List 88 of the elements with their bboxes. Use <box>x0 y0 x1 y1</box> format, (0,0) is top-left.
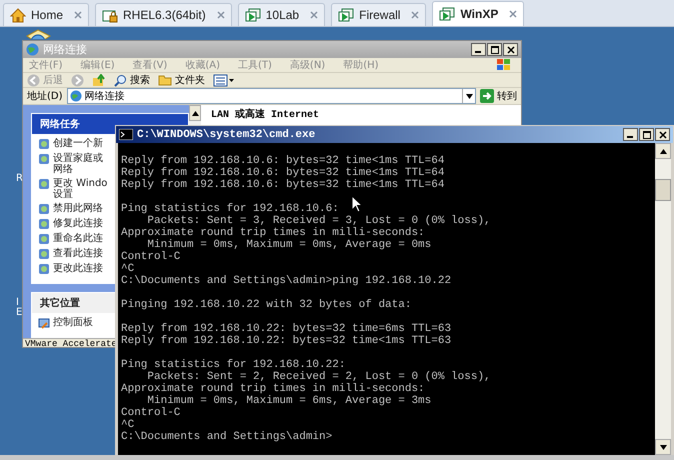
network-task-icon <box>38 203 50 215</box>
window-title: 网络连接 <box>43 42 87 57</box>
vm-play-icon <box>244 8 261 22</box>
locked-vm-icon <box>102 8 118 22</box>
console-line: Control-C <box>121 251 180 263</box>
task-link[interactable]: 设置家庭或网络 <box>38 153 111 175</box>
console-line: Ping statistics for 192.168.10.22: <box>121 359 346 371</box>
dropdown-arrow-icon[interactable] <box>466 94 472 98</box>
task-link[interactable]: 创建一个新 <box>38 138 103 150</box>
scroll-thumb[interactable] <box>655 179 671 201</box>
task-link[interactable]: 修复此连接 <box>38 218 103 230</box>
close-button[interactable] <box>655 128 670 141</box>
close-icon <box>658 130 666 138</box>
task-link[interactable]: 更改 Windo 设置 <box>38 178 108 200</box>
close-icon[interactable] <box>411 11 420 19</box>
windows-logo-icon <box>495 58 513 72</box>
console-line: Minimum = 0ms, Maximum = 6ms, Average = 3ms <box>146 395 432 407</box>
console-line: Packets: Sent = 3, Received = 3, Lost = 0 (0% loss), <box>146 215 491 227</box>
console-line: Approximate round trip times in milli-seconds: <box>121 383 425 395</box>
up-folder-icon[interactable] <box>92 74 106 86</box>
vm-tab[interactable]: 10Lab <box>238 3 326 26</box>
task-link[interactable]: 查看此连接 <box>38 248 103 260</box>
console-line: Ping statistics for 192.168.10.6: <box>121 203 339 215</box>
console-line: Approximate round trip times in milli-seconds: <box>121 227 425 239</box>
console-line: C:\Documents and Settings\admin>ping 192.168.10.22 <box>121 275 452 287</box>
scroll-up-icon[interactable] <box>660 148 666 154</box>
vm-tab[interactable]: RHEL6.3(64bit) <box>95 3 232 26</box>
close-icon[interactable] <box>310 11 318 19</box>
vm-play-icon <box>338 8 354 22</box>
minimize-button[interactable] <box>471 43 486 56</box>
desktop-icon-label: R <box>16 173 23 184</box>
mouse-pointer-icon <box>351 195 363 213</box>
house-icon <box>10 8 26 22</box>
globe-icon <box>70 90 82 102</box>
vm-tab[interactable]: Home <box>3 3 90 26</box>
address-field[interactable]: 网络连接 <box>66 88 476 104</box>
task-link[interactable]: 禁用此网络 <box>38 203 103 215</box>
close-icon[interactable] <box>74 11 82 19</box>
go-button[interactable]: 转到 <box>480 89 517 103</box>
folder-icon <box>158 74 172 86</box>
network-task-icon <box>38 138 50 150</box>
console-line: ^C <box>121 419 134 431</box>
search-icon <box>114 74 127 86</box>
console-line: Packets: Sent = 2, Received = 2, Lost = 0 (0% loss), <box>146 371 491 383</box>
go-arrow-icon <box>480 89 494 103</box>
console-line: ^C <box>121 263 134 275</box>
network-task-icon <box>38 153 50 165</box>
vm-tab[interactable]: Firewall <box>331 3 426 26</box>
task-link[interactable]: 更改此连接 <box>38 263 103 275</box>
console-line: Reply from 192.168.10.6: bytes=32 time<1ms TTL=64 <box>121 167 444 179</box>
address-label: 地址(D) <box>27 90 63 103</box>
minimize-button[interactable] <box>623 128 638 141</box>
close-button[interactable] <box>503 43 518 56</box>
maximize-icon <box>642 130 650 138</box>
console-line: Control-C <box>121 407 180 419</box>
maximize-button[interactable] <box>487 43 502 56</box>
vm-play-icon <box>439 7 456 21</box>
close-icon[interactable] <box>509 10 518 18</box>
search-button[interactable]: 搜索 <box>114 73 150 87</box>
network-task-icon <box>38 178 50 190</box>
task-link[interactable]: 重命名此连 <box>38 233 103 245</box>
network-task-icon <box>38 218 50 230</box>
console-line: Minimum = 0ms, Maximum = 0ms, Average = 0ms <box>146 239 432 251</box>
globe-icon <box>26 43 39 56</box>
maximize-button[interactable] <box>639 128 654 141</box>
network-task-icon <box>38 233 50 245</box>
control-panel-icon <box>38 317 50 329</box>
maximize-icon <box>490 46 498 54</box>
console-line: Reply from 192.168.10.6: bytes=32 time<1ms TTL=64 <box>121 179 444 191</box>
views-icon[interactable] <box>213 74 235 86</box>
console-icon <box>119 129 133 140</box>
console-line: Reply from 192.168.10.6: bytes=32 time<1ms TTL=64 <box>121 155 444 167</box>
desktop-icon-label: E <box>16 307 22 318</box>
desktop-icon-label: I <box>16 297 19 308</box>
close-icon[interactable] <box>216 11 225 19</box>
close-icon <box>506 46 514 54</box>
console-line: Reply from 192.168.10.22: bytes=32 time=6ms TTL=63 <box>121 323 452 335</box>
scrollbar[interactable] <box>655 143 671 455</box>
place-link[interactable]: 控制面板 <box>38 317 93 329</box>
console-line: C:\Documents and Settings\admin> <box>121 431 332 443</box>
console-line: Reply from 192.168.10.22: bytes=32 time<1ms TTL=63 <box>121 335 452 347</box>
scroll-down-icon[interactable] <box>660 444 666 450</box>
network-task-icon <box>38 263 50 275</box>
vm-tab[interactable]: WinXP <box>432 1 524 26</box>
folders-button[interactable]: 文件夹 <box>158 73 205 87</box>
group-heading: LAN 或高速 Internet <box>211 107 320 121</box>
scroll-up-icon[interactable] <box>192 110 198 116</box>
network-task-icon <box>38 248 50 260</box>
